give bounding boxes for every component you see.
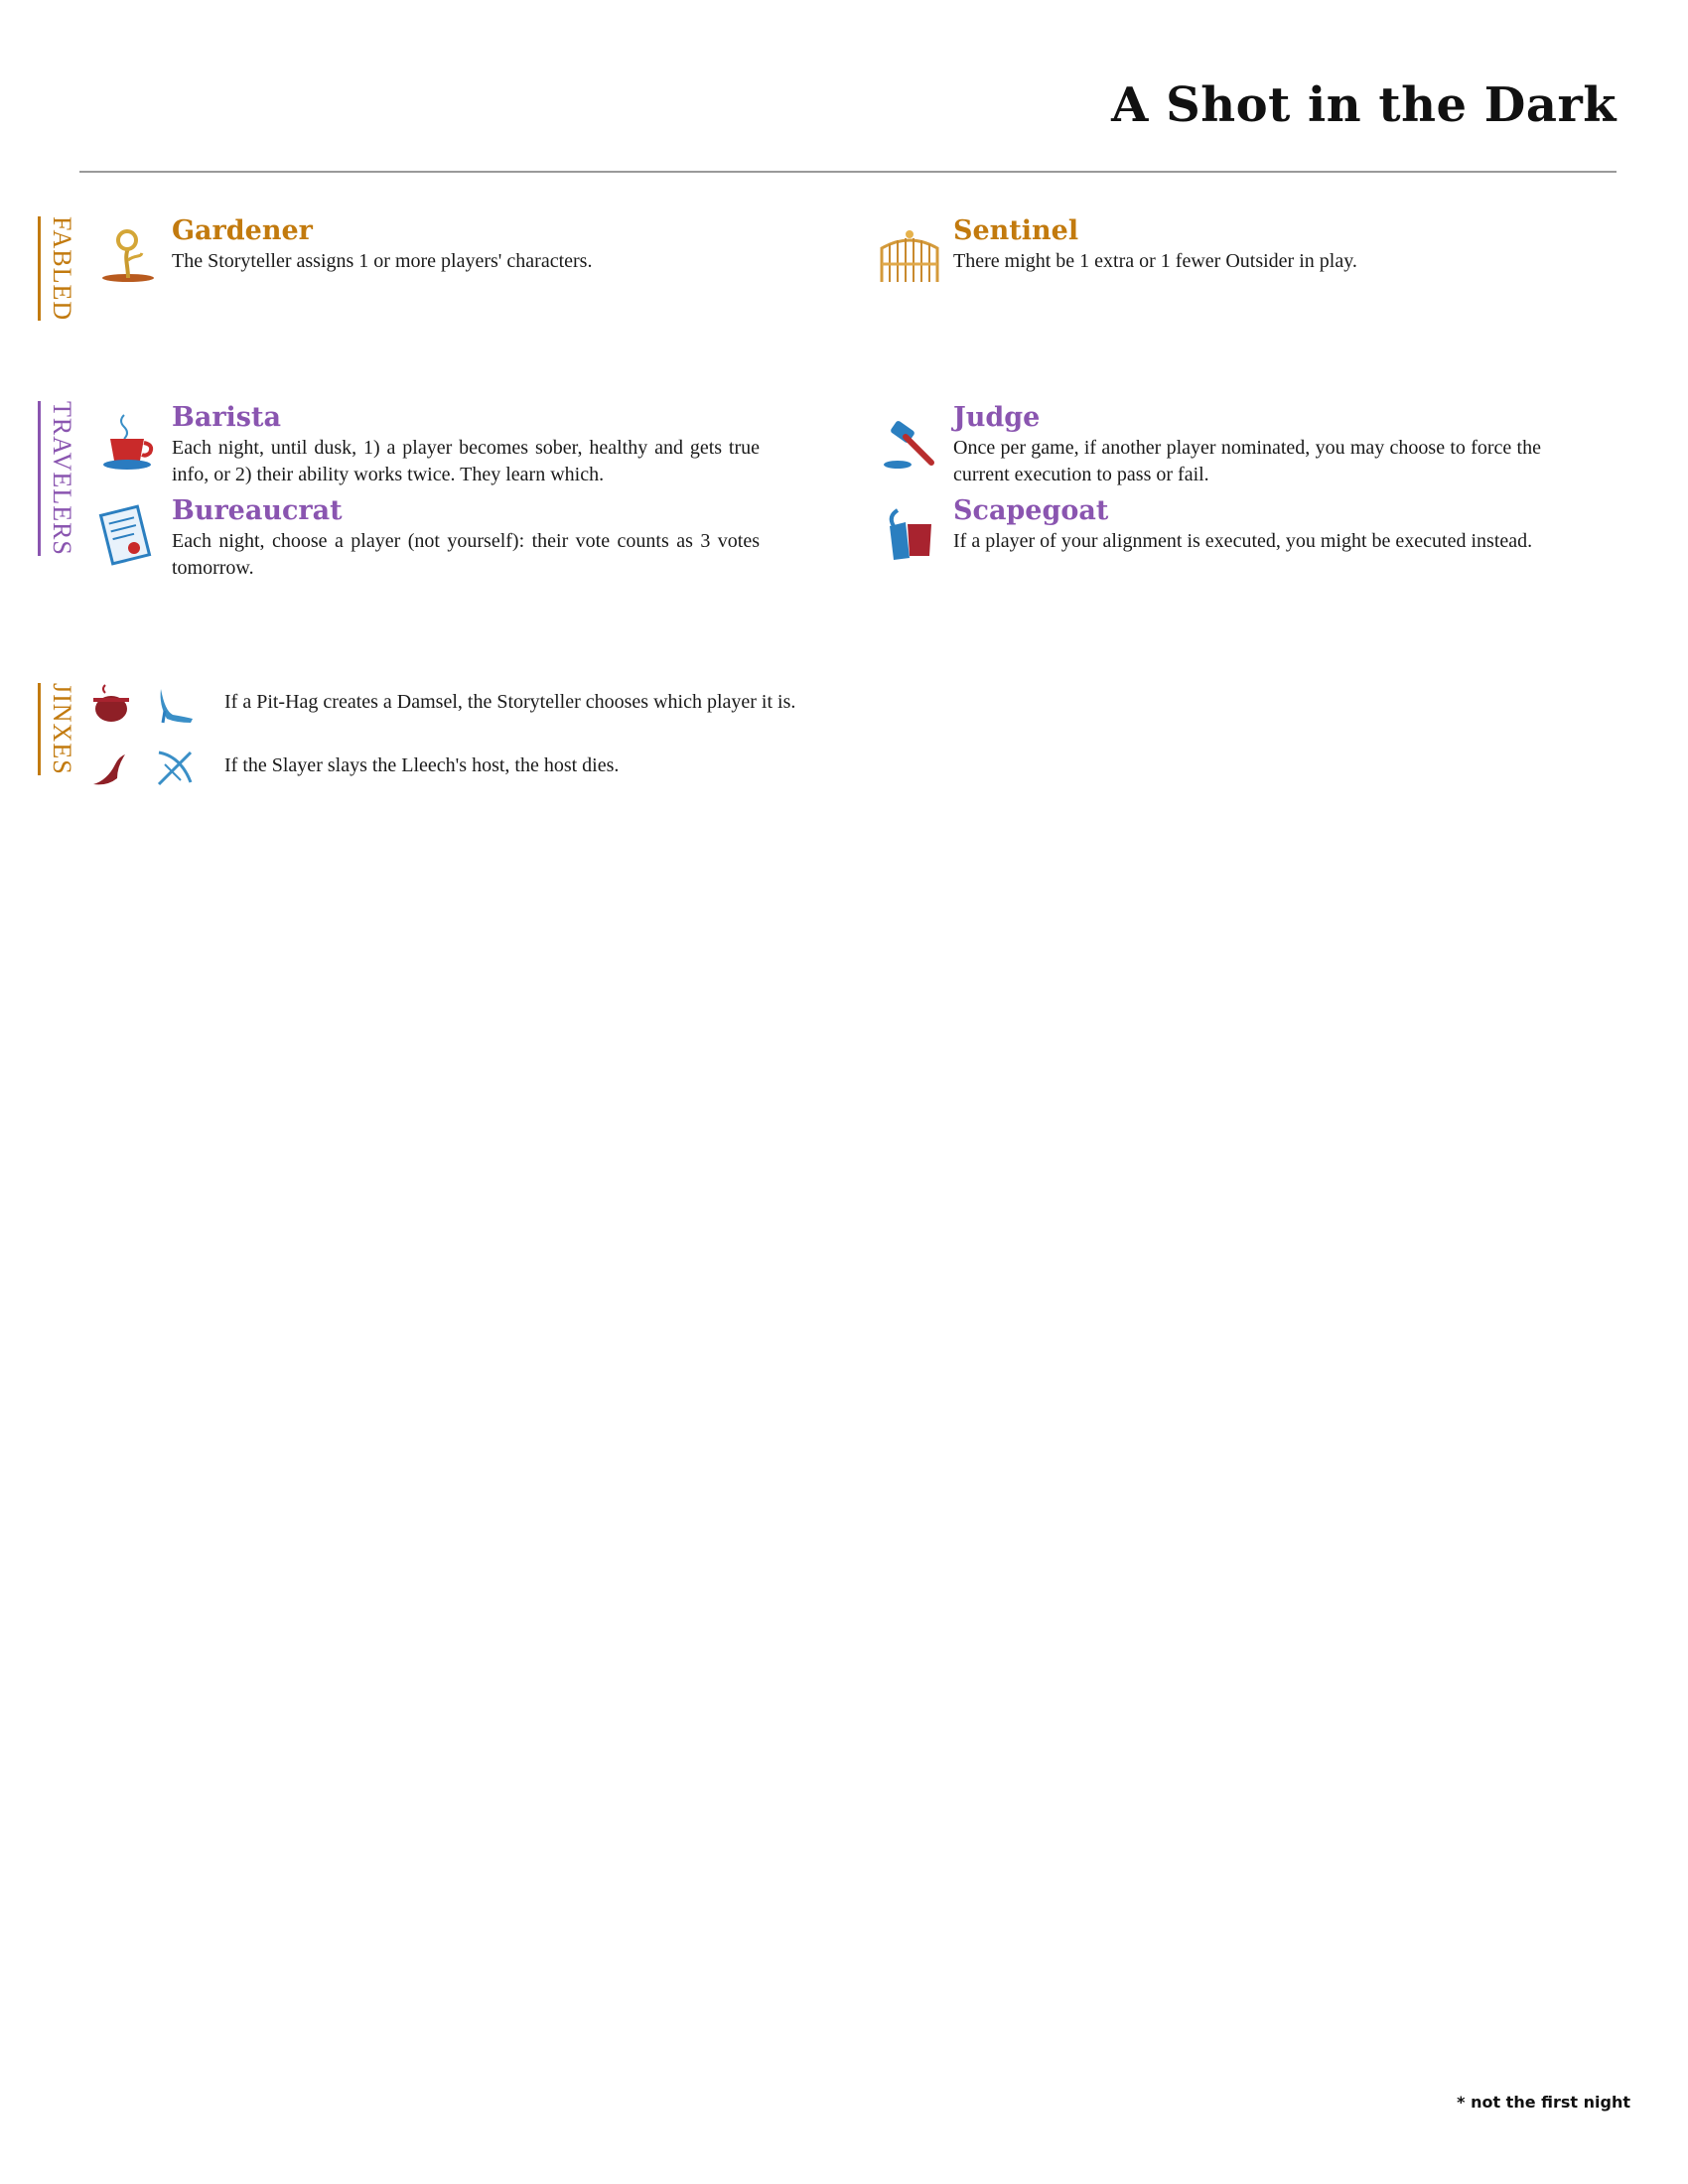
jinx-row: If a Pit-Hag creates a Damsel, the Story… [87, 681, 882, 731]
document-icon [94, 500, 164, 570]
character-name: Gardener [172, 215, 313, 246]
character-ability: If a player of your alignment is execute… [953, 530, 1533, 552]
goat-icon [876, 500, 945, 570]
character-name: Bureaucrat [172, 495, 343, 526]
sprout-icon [94, 220, 164, 290]
title-divider [79, 171, 1617, 173]
travelers-label: TRAVELERS [38, 401, 76, 556]
character-ability: There might be 1 extra or 1 fewer Outsid… [953, 250, 1357, 272]
character-name: Sentinel [953, 215, 1079, 246]
character-name: Barista [172, 402, 281, 433]
leech-icon [87, 745, 135, 792]
fabled-label: FABLED [38, 216, 76, 322]
character-ability: Once per game, if another player nominat… [953, 437, 1541, 485]
page-title: A Shot in the Dark [1111, 77, 1617, 133]
jinx-row: If the Slayer slays the Lleech's host, t… [87, 745, 882, 794]
coffee-cup-icon [94, 407, 164, 477]
jinx-text: If the Slayer slays the Lleech's host, t… [224, 754, 620, 776]
character-ability: The Storyteller assigns 1 or more player… [172, 250, 593, 272]
jinx-text: If a Pit-Hag creates a Damsel, the Story… [224, 691, 796, 713]
character-name: Judge [953, 402, 1041, 433]
character-ability: Each night, choose a player (not yoursel… [172, 530, 760, 579]
slipper-icon [151, 681, 199, 729]
footnote: * not the first night [1457, 2093, 1630, 2112]
crossbow-icon [151, 745, 199, 792]
gavel-icon [876, 407, 945, 477]
character-name: Scapegoat [953, 495, 1109, 526]
character-ability: Each night, until dusk, 1) a player beco… [172, 437, 760, 485]
jinxes-label: JINXES [38, 683, 76, 775]
cauldron-icon [87, 681, 135, 729]
gate-icon [876, 220, 945, 290]
